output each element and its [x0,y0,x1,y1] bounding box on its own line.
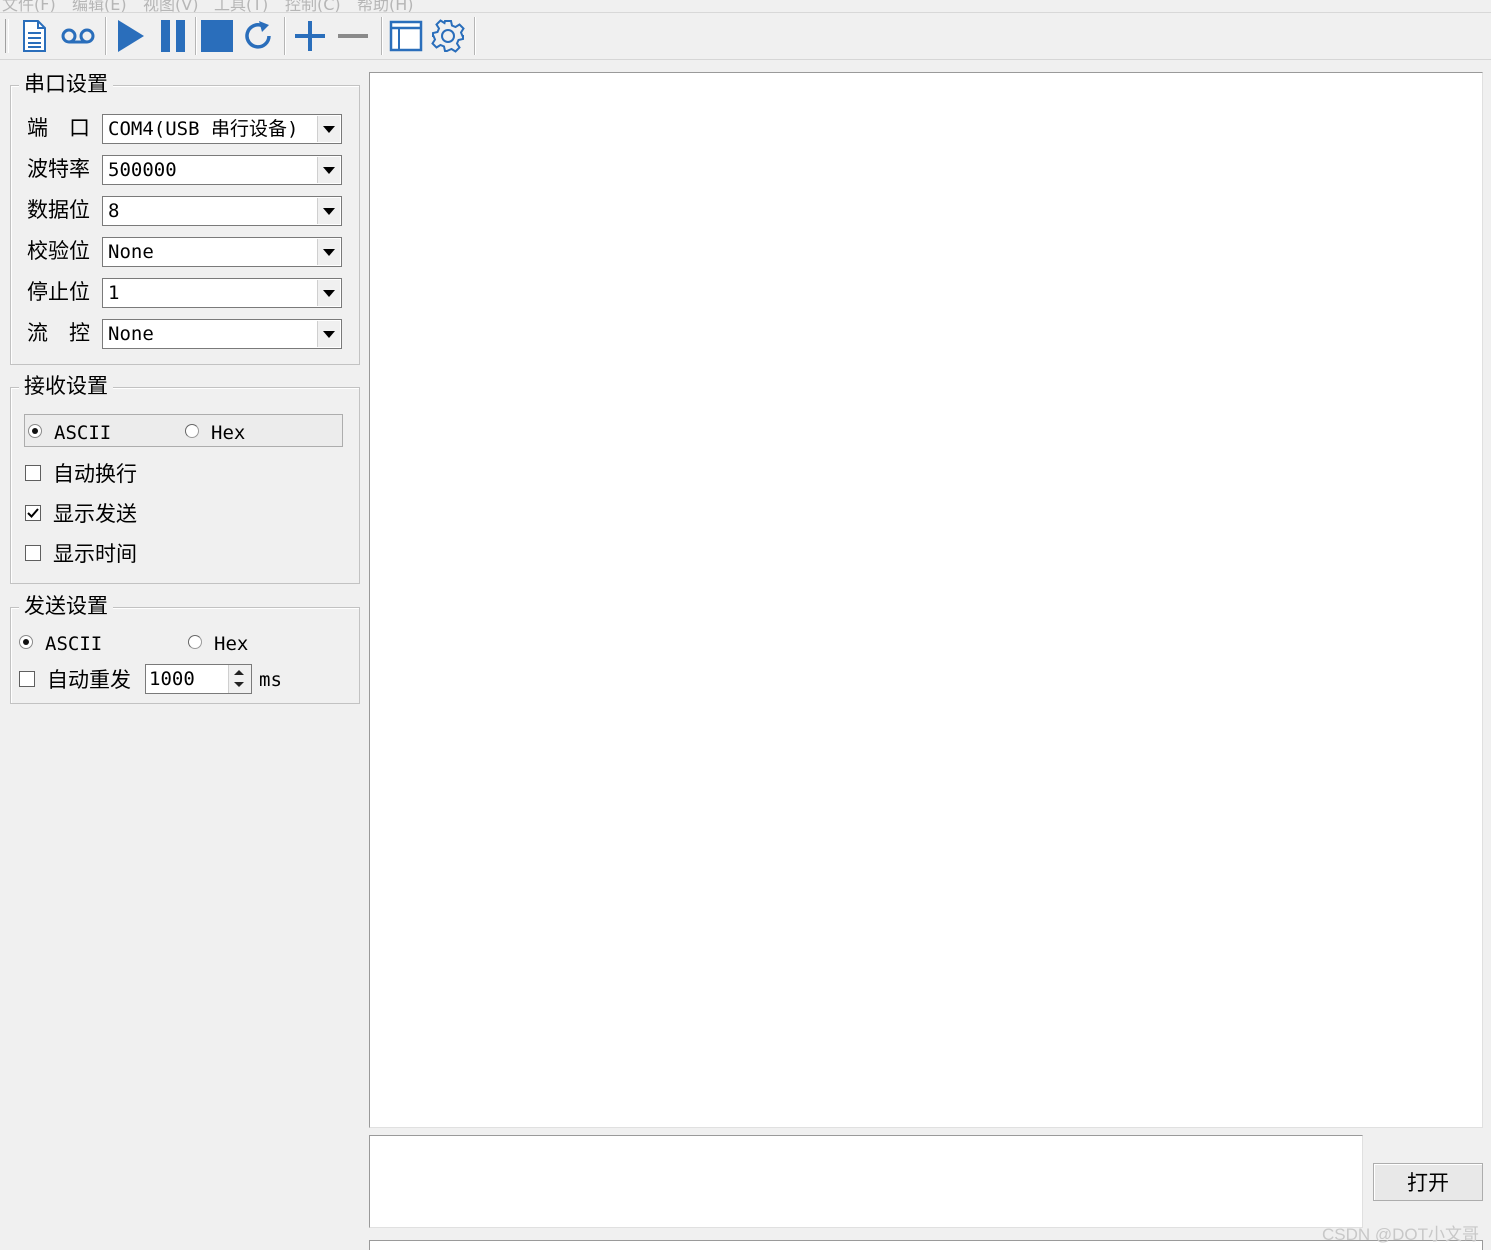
data-bits-select[interactable]: 8 [102,196,342,226]
parity-dropdown-button[interactable] [317,239,340,265]
chevron-down-icon [323,289,335,297]
auto-resend-checkbox[interactable] [19,671,35,687]
receive-ascii-label[interactable]: ASCII [54,420,111,446]
open-button[interactable]: 打开 [1373,1163,1483,1201]
settings-button[interactable] [428,16,468,56]
add-button[interactable] [290,16,330,56]
spin-down-icon[interactable] [234,682,244,687]
spin-buttons[interactable] [228,665,251,693]
stop-button[interactable] [197,16,237,56]
serial-settings-title: 串口设置 [19,72,113,96]
baud-label: 波特率 [27,157,90,181]
baud-value: 500000 [108,159,177,181]
toolbar [0,13,1491,60]
pause-icon [161,20,185,52]
stop-icon [201,20,233,52]
parity-select[interactable]: None [102,237,342,267]
show-sent-checkbox[interactable] [25,505,41,521]
send-hex-label[interactable]: Hex [214,631,248,657]
send-hex-radio[interactable] [188,635,202,649]
send-ascii-radio[interactable] [19,635,33,649]
show-time-label[interactable]: 显示时间 [53,541,137,567]
show-sent-label[interactable]: 显示发送 [53,501,137,527]
auto-resend-label[interactable]: 自动重发 [47,667,131,693]
data-bits-label: 数据位 [27,198,90,222]
auto-wrap-label[interactable]: 自动换行 [53,461,137,487]
interval-unit-label: ms [259,669,282,691]
receive-settings-title: 接收设置 [19,374,113,398]
bottom-panel [369,1240,1483,1250]
pause-button[interactable] [153,16,193,56]
resend-interval-value[interactable]: 1000 [149,667,227,691]
flow-control-label: 流 控 [27,321,90,345]
baud-dropdown-button[interactable] [317,157,340,183]
data-bits-value: 8 [108,200,120,222]
port-value: COM4(USB 串行设备) [108,118,299,140]
watermark: CSDN @DOT小文哥 [1322,1225,1480,1244]
parity-label: 校验位 [27,239,90,263]
toolbar-separator [105,17,107,55]
resend-interval-spinbox[interactable]: 1000 [145,664,252,694]
remove-icon [338,34,368,38]
refresh-icon [245,21,271,49]
new-file-icon [23,20,46,52]
toolbar-separator [474,17,476,55]
voicemail-icon [61,28,95,44]
receive-hex-label[interactable]: Hex [211,420,245,446]
show-time-checkbox[interactable] [25,545,41,561]
menu-tools[interactable]: 工具(T) [214,0,268,12]
stop-bits-label: 停止位 [27,280,90,304]
auto-wrap-checkbox[interactable] [25,465,41,481]
chevron-down-icon [323,125,335,133]
flow-control-dropdown-button[interactable] [317,321,340,347]
send-settings-title: 发送设置 [19,594,113,618]
stop-bits-value: 1 [108,282,120,304]
remove-button[interactable] [333,16,373,56]
checkmark-icon [27,508,39,518]
play-icon [118,20,144,52]
receive-text-area[interactable] [369,72,1483,1128]
send-ascii-label[interactable]: ASCII [45,631,102,657]
toolbar-grip[interactable] [5,19,9,53]
menu-view[interactable]: 视图(V) [143,0,198,12]
window-icon [389,20,423,52]
flow-control-select[interactable]: None [102,319,342,349]
menu-bar: 文件(F) 编辑(E) 视图(V) 工具(T) 控制(C) 帮助(H) [0,0,1491,13]
chevron-down-icon [323,207,335,215]
settings-icon [431,19,465,53]
port-label: 端 口 [27,116,90,140]
data-bits-dropdown-button[interactable] [317,198,340,224]
flow-control-value: None [108,323,154,345]
refresh-button[interactable] [238,16,278,56]
chevron-down-icon [323,330,335,338]
new-file-button[interactable] [14,16,54,56]
stop-bits-dropdown-button[interactable] [317,280,340,306]
menu-control[interactable]: 控制(C) [285,0,341,12]
receive-hex-radio[interactable] [185,424,199,438]
window-button[interactable] [386,16,426,56]
parity-value: None [108,241,154,263]
menu-help[interactable]: 帮助(H) [357,0,414,12]
chevron-down-icon [323,248,335,256]
start-button[interactable] [110,16,150,56]
record-button[interactable] [58,16,98,56]
chevron-down-icon [323,166,335,174]
stop-bits-select[interactable]: 1 [102,278,342,308]
toolbar-separator [284,17,286,55]
baud-select[interactable]: 500000 [102,155,342,185]
port-dropdown-button[interactable] [317,116,340,142]
spin-up-icon[interactable] [234,670,244,675]
receive-ascii-radio[interactable] [28,424,42,438]
port-select[interactable]: COM4(USB 串行设备) [102,114,342,144]
add-icon [295,21,325,51]
send-text-input[interactable] [369,1135,1363,1228]
menu-edit[interactable]: 编辑(E) [72,0,127,12]
menu-file[interactable]: 文件(F) [2,0,56,12]
toolbar-separator [381,17,383,55]
